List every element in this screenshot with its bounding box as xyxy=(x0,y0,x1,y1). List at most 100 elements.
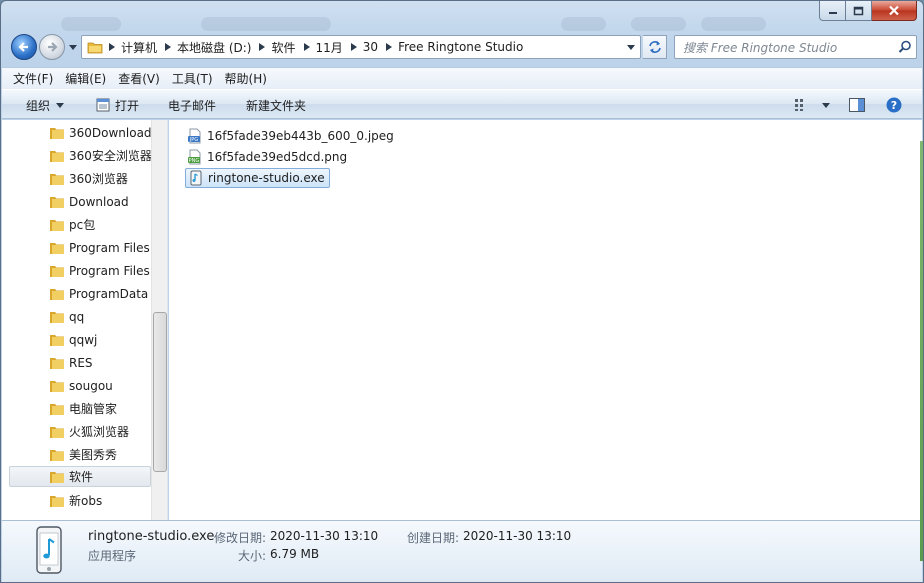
breadcrumb-separator-icon[interactable] xyxy=(159,43,177,51)
recent-pages-dropdown[interactable] xyxy=(68,42,78,52)
breadcrumb-separator-icon[interactable] xyxy=(380,43,398,51)
folder-icon xyxy=(50,150,64,162)
chevron-down-icon xyxy=(627,44,635,50)
file-name: 16f5fade39ed5dcd.png xyxy=(207,150,348,164)
nav-tree-item-selected[interactable]: 软件 xyxy=(9,466,151,487)
organize-button[interactable]: 组织 xyxy=(26,90,65,120)
menu-bar: 文件(F) 编辑(E) 查看(V) 工具(T) 帮助(H) xyxy=(2,67,922,89)
search-input[interactable]: 搜索 Free Ringtone Studio xyxy=(683,39,894,56)
file-list: JPG 16f5fade39eb443b_600_0.jpeg PNG 16f5… xyxy=(169,120,922,520)
explorer-window: 计算机 本地磁盘 (D:) 软件 11月 30 Free Ringtone St… xyxy=(0,0,924,583)
folder-icon xyxy=(50,449,64,461)
nav-tree-item[interactable]: qq xyxy=(9,306,151,327)
search-icon[interactable] xyxy=(894,40,916,54)
menu-help[interactable]: 帮助(H) xyxy=(220,70,272,87)
breadcrumb-item[interactable]: 30 xyxy=(363,40,380,54)
close-button[interactable] xyxy=(872,1,917,21)
nav-tree-label: RES xyxy=(69,355,93,370)
menu-view[interactable]: 查看(V) xyxy=(113,70,165,87)
folder-icon xyxy=(50,495,64,507)
new-folder-label: 新建文件夹 xyxy=(246,98,307,113)
arrow-right-icon xyxy=(48,42,58,52)
nav-tree-item[interactable]: RES xyxy=(9,352,151,373)
title-ghost-text xyxy=(701,17,766,31)
menu-file[interactable]: 文件(F) xyxy=(8,70,58,87)
nav-tree-item[interactable]: 360浏览器 xyxy=(9,168,151,189)
breadcrumb-item[interactable]: 计算机 xyxy=(121,39,159,56)
detail-size-value: 6.79 MB xyxy=(270,547,320,561)
folder-icon xyxy=(50,288,64,300)
address-bar[interactable]: 计算机 本地磁盘 (D:) 软件 11月 30 Free Ringtone St… xyxy=(81,35,641,59)
nav-tree-label: pc包 xyxy=(69,218,96,232)
breadcrumb-separator-icon[interactable] xyxy=(345,43,363,51)
email-button[interactable]: 电子邮件 xyxy=(168,90,216,120)
folder-icon xyxy=(50,173,64,185)
nav-tree-item[interactable]: qqwj xyxy=(9,329,151,350)
nav-tree-item[interactable]: ProgramData xyxy=(9,283,151,304)
nav-tree-item[interactable]: Program Files xyxy=(9,260,151,281)
nav-tree-label: Program Files xyxy=(69,240,150,255)
folder-icon xyxy=(50,219,64,231)
svg-text:JPG: JPG xyxy=(189,137,198,143)
organize-label: 组织 xyxy=(26,98,51,113)
breadcrumb-separator-icon[interactable] xyxy=(103,43,121,51)
back-button[interactable] xyxy=(11,34,37,60)
nav-tree-item[interactable]: Download xyxy=(9,191,151,212)
breadcrumb: 计算机 本地磁盘 (D:) 软件 11月 30 Free Ringtone St… xyxy=(103,36,525,58)
nav-tree-item[interactable]: 美图秀秀 xyxy=(9,444,151,465)
menu-edit[interactable]: 编辑(E) xyxy=(60,70,111,87)
file-item-selected[interactable]: ringtone-studio.exe xyxy=(185,168,330,188)
ringtone-app-icon xyxy=(36,526,62,574)
refresh-button[interactable] xyxy=(643,35,667,59)
preview-pane-icon xyxy=(849,98,865,112)
nav-tree-item[interactable]: 电脑管家 xyxy=(9,398,151,419)
nav-tree-item[interactable]: 360Download xyxy=(9,122,152,143)
preview-pane-button[interactable] xyxy=(849,90,865,120)
search-box[interactable]: 搜索 Free Ringtone Studio xyxy=(674,35,917,59)
change-view-button[interactable] xyxy=(794,90,830,120)
background-edge xyxy=(920,141,923,561)
menu-tools[interactable]: 工具(T) xyxy=(167,70,218,87)
file-item[interactable]: JPG 16f5fade39eb443b_600_0.jpeg xyxy=(185,126,398,146)
minimize-icon xyxy=(828,11,837,14)
breadcrumb-item[interactable]: Free Ringtone Studio xyxy=(398,40,525,54)
folder-icon xyxy=(50,196,64,208)
open-label: 打开 xyxy=(115,98,140,113)
nav-tree-item[interactable]: pc包 xyxy=(9,214,151,235)
breadcrumb-separator-icon[interactable] xyxy=(298,43,316,51)
forward-button[interactable] xyxy=(39,34,65,60)
maximize-button[interactable] xyxy=(846,1,872,21)
folder-icon xyxy=(50,334,64,346)
nav-tree-label: 新obs xyxy=(69,494,103,508)
nav-tree-item[interactable]: 新obs xyxy=(9,490,151,511)
breadcrumb-item[interactable]: 11月 xyxy=(316,39,345,56)
details-pane: ringtone-studio.exe 应用程序 修改日期: 2020-11-3… xyxy=(2,520,922,582)
nav-tree-label: 360浏览器 xyxy=(69,172,128,186)
nav-tree-label: 360Download xyxy=(69,125,152,140)
svg-text:?: ? xyxy=(891,99,897,112)
nav-tree-item[interactable]: 火狐浏览器 xyxy=(9,421,151,442)
nav-tree-item[interactable]: 360安全浏览器 xyxy=(9,145,152,166)
chevron-down-icon xyxy=(69,44,77,50)
nav-tree-label: 360安全浏览器 xyxy=(69,149,152,163)
address-history-dropdown[interactable] xyxy=(622,36,640,58)
breadcrumb-item[interactable]: 软件 xyxy=(271,39,297,56)
title-ghost-text xyxy=(631,17,686,31)
breadcrumb-item[interactable]: 本地磁盘 (D:) xyxy=(177,39,253,56)
view-list-icon xyxy=(795,99,803,111)
nav-tree-item[interactable]: Program Files xyxy=(9,237,151,258)
help-button[interactable]: ? xyxy=(886,90,902,120)
title-ghost-text xyxy=(61,17,121,31)
minimize-button[interactable] xyxy=(819,1,846,21)
arrow-left-icon xyxy=(18,42,28,52)
file-item[interactable]: PNG 16f5fade39ed5dcd.png xyxy=(185,147,351,167)
breadcrumb-separator-icon[interactable] xyxy=(253,43,271,51)
navigation-row: 计算机 本地磁盘 (D:) 软件 11月 30 Free Ringtone St… xyxy=(9,33,917,61)
new-folder-button[interactable]: 新建文件夹 xyxy=(246,90,306,120)
nav-pane-scrollbar[interactable] xyxy=(151,120,167,520)
nav-tree-item[interactable]: sougou xyxy=(9,375,151,396)
open-button[interactable]: 打开 xyxy=(96,90,139,120)
nav-tree-label: 软件 xyxy=(69,470,94,484)
chevron-down-icon xyxy=(822,102,830,108)
scrollbar-thumb[interactable] xyxy=(153,312,167,472)
